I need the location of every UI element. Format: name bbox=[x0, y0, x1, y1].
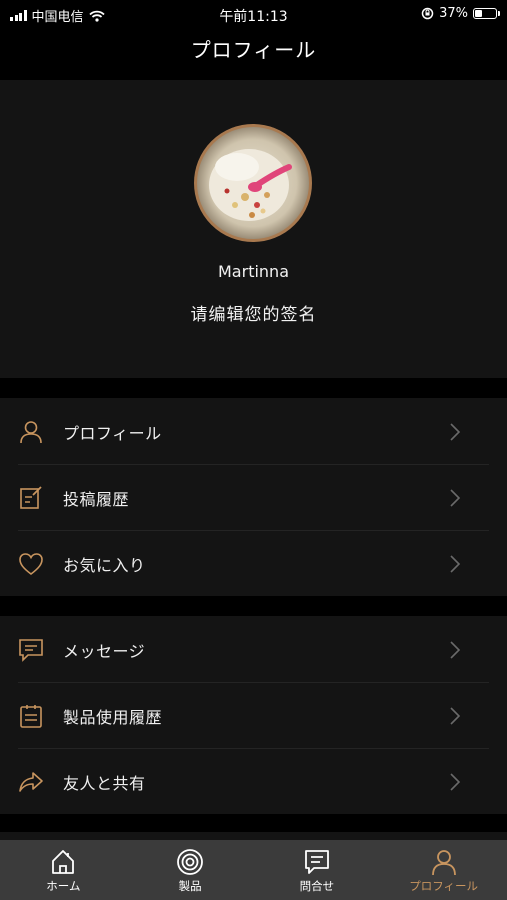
menu-item-label: 製品使用履歴 bbox=[63, 708, 163, 727]
battery-icon bbox=[473, 8, 500, 19]
home-icon bbox=[52, 850, 75, 874]
tab-label: 問合せ bbox=[299, 879, 335, 893]
clipboard-icon bbox=[20, 705, 42, 728]
chevron-right-icon bbox=[450, 423, 461, 441]
chevron-right-icon bbox=[450, 641, 461, 659]
share-arrow-icon bbox=[19, 772, 43, 792]
menu-item-product-history[interactable]: 製品使用履歴 bbox=[0, 682, 507, 748]
avatar-image bbox=[209, 149, 292, 221]
status-right: 37% bbox=[421, 6, 500, 21]
tab-home[interactable]: ホーム bbox=[0, 840, 127, 900]
battery-percent: 37% bbox=[439, 6, 468, 21]
menu-item-label: メッセージ bbox=[63, 642, 146, 661]
menu-group-activity: メッセージ 製品使用履歴 友人と共有 bbox=[0, 616, 507, 814]
menu-item-post-history[interactable]: 投稿履歴 bbox=[0, 464, 507, 530]
chevron-right-icon bbox=[450, 489, 461, 507]
menu-item-messages[interactable]: メッセージ bbox=[0, 616, 507, 682]
menu-item-label: プロフィール bbox=[63, 424, 162, 443]
orientation-lock-icon bbox=[421, 7, 434, 20]
person-icon bbox=[20, 421, 42, 444]
menu-item-favorites[interactable]: お気に入り bbox=[0, 530, 507, 596]
profile-icon bbox=[431, 850, 456, 876]
menu-group-partial bbox=[0, 832, 507, 840]
tab-label: 製品 bbox=[178, 879, 202, 893]
username: Martinna bbox=[218, 262, 289, 281]
chevron-right-icon bbox=[450, 555, 461, 573]
message-icon bbox=[19, 639, 43, 662]
tab-profile[interactable]: プロフィール bbox=[380, 840, 507, 900]
tab-bar: ホーム 製品 問合せ プロフィール bbox=[0, 840, 507, 900]
page-title: プロフィール bbox=[0, 28, 507, 78]
avatar[interactable] bbox=[194, 124, 312, 242]
chevron-right-icon bbox=[450, 773, 461, 791]
menu-item-profile[interactable]: プロフィール bbox=[0, 398, 507, 464]
menu-group-account: プロフィール 投稿履歴 お気に入り bbox=[0, 398, 507, 596]
heart-icon bbox=[19, 553, 43, 576]
profile-card: Martinna 请编辑您的签名 bbox=[0, 80, 507, 378]
tab-label: プロフィール bbox=[409, 879, 479, 893]
product-disc-icon bbox=[177, 849, 204, 875]
status-bar: 中国电信 午前11:13 37% bbox=[0, 0, 507, 28]
menu-item-label: 友人と共有 bbox=[63, 774, 146, 793]
tab-label: ホーム bbox=[46, 879, 81, 893]
menu-item-label: 投稿履歴 bbox=[63, 490, 130, 509]
edit-note-icon bbox=[20, 486, 42, 509]
tab-products[interactable]: 製品 bbox=[127, 840, 254, 900]
inquiry-icon bbox=[304, 850, 329, 874]
menu-item-share-friends[interactable]: 友人と共有 bbox=[0, 748, 507, 814]
tab-inquiry[interactable]: 問合せ bbox=[254, 840, 381, 900]
menu-item-label: お気に入り bbox=[63, 556, 146, 575]
chevron-right-icon bbox=[450, 707, 461, 725]
signature-text[interactable]: 请编辑您的签名 bbox=[0, 300, 507, 325]
